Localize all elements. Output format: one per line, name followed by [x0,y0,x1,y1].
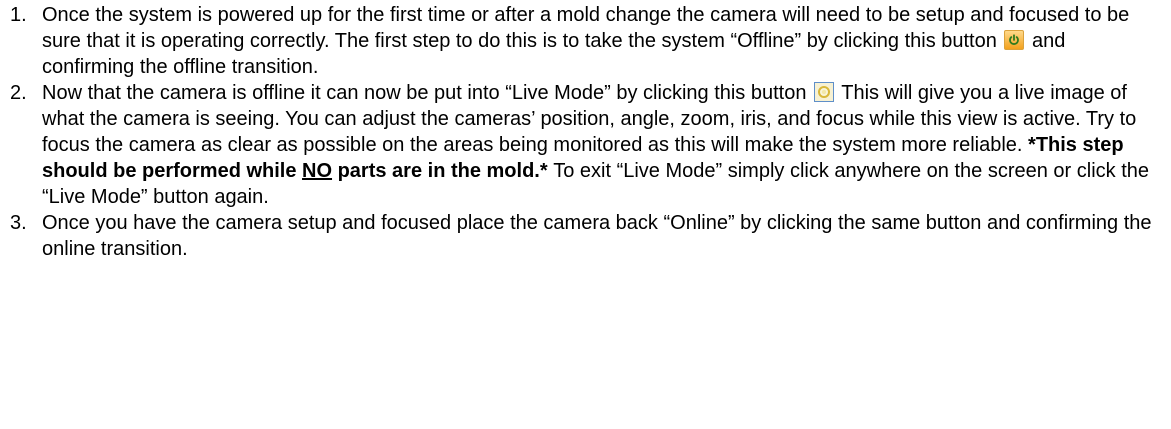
step-text: Now that the camera is offline it can no… [42,82,807,104]
bold-warning-underline: NO [302,160,333,182]
instruction-list: 1. Once the system is powered up for the… [0,2,1171,262]
live-mode-icon[interactable] [814,82,835,102]
step-text: Once the system is powered up for the fi… [42,4,1130,52]
list-item-step-2: 2. Now that the camera is offline it can… [0,80,1171,210]
step-number: 2. [10,82,27,104]
power-icon[interactable] [1004,30,1025,50]
step-text: Once you have the camera setup and focus… [42,212,1152,260]
instruction-document: 1. Once the system is powered up for the… [0,0,1171,429]
step-number: 1. [10,4,27,26]
list-item-step-1: 1. Once the system is powered up for the… [0,2,1171,80]
step-number: 3. [10,212,27,234]
bold-warning-end: parts are in the mold.* [332,160,548,182]
list-item-step-3: 3. Once you have the camera setup and fo… [0,210,1171,262]
